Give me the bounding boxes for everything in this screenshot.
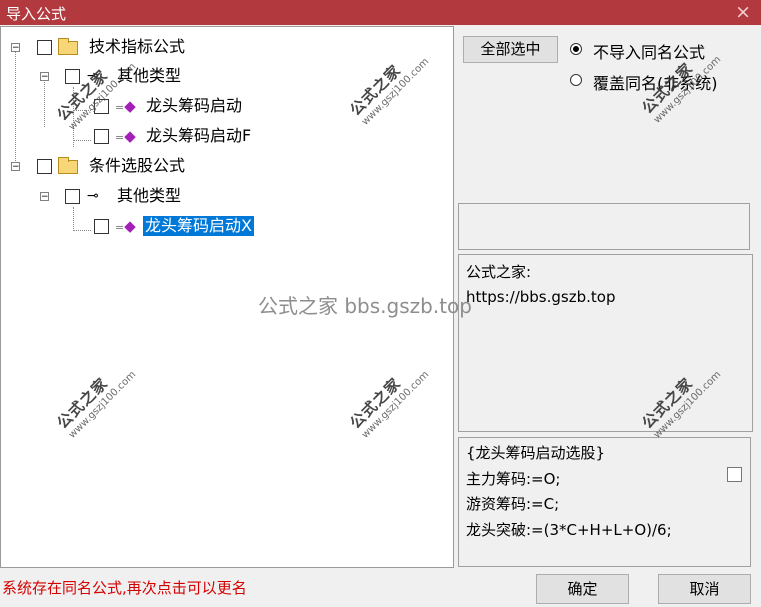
formula-icon: =◆ [115,217,136,235]
folder-icon [58,157,78,174]
formula-code-panel[interactable]: {龙头筹码启动选股} 主力筹码:=O; 游资筹码:=C; 龙头突破:=(3*C+… [458,437,751,567]
title-bar: 导入公式 × [0,0,761,25]
code-line: 主力筹码:=O; [466,470,561,488]
info-link[interactable]: https://bbs.gszb.top [466,286,615,309]
tree-line [73,207,74,229]
tree-line [44,77,45,127]
scroll-toggle-checkbox[interactable] [727,467,742,482]
collapse-icon[interactable]: − [40,192,49,202]
tree-node-label: 其他类型 [117,186,182,205]
collapse-icon[interactable]: − [11,162,20,172]
watermark-center: 公式之家 bbs.gszb.top [258,294,472,318]
select-all-button[interactable]: 全部选中 [463,36,558,63]
cancel-button[interactable]: 取消 [658,574,751,604]
node-checkbox[interactable] [65,189,80,204]
collapse-icon[interactable]: − [40,72,49,82]
status-message: 系统存在同名公式,再次点击可以更名 [2,579,247,597]
info-line: 公式之家: [466,263,532,281]
tree-node-label: 龙头筹码启动F [146,126,252,145]
overwrite-same-name-radio[interactable] [570,74,582,86]
code-line: 龙头突破:=(3*C+H+L+O)/6; [466,521,672,539]
tree-node-label: 条件选股公式 [89,156,186,175]
collapse-icon[interactable]: − [11,43,20,53]
name-field[interactable] [458,203,750,250]
formula-icon: =◆ [115,97,136,115]
node-checkbox[interactable] [94,129,109,144]
code-line: 游资筹码:=C; [466,495,560,513]
tree-node-label: 龙头筹码启动X [143,216,254,236]
tree-line [73,230,91,231]
node-checkbox[interactable] [37,159,52,174]
tree-node-label: 技术指标公式 [89,37,186,56]
code-line: {龙头筹码启动选股} [466,444,606,462]
node-checkbox[interactable] [37,40,52,55]
formula-icon: =◆ [115,127,136,145]
ok-button[interactable]: 确定 [536,574,629,604]
tree-line [73,140,91,141]
node-checkbox[interactable] [65,69,80,84]
window-title: 导入公式 [6,5,67,23]
folder-icon [58,38,78,55]
tree-node-label: 龙头筹码启动 [146,96,243,115]
tree-line [15,47,16,167]
skip-same-name-radio[interactable] [570,43,582,55]
info-panel: 公式之家: https://bbs.gszb.top [458,254,753,432]
key-icon: ⊸ [87,188,99,204]
close-icon[interactable]: × [735,1,751,23]
node-checkbox[interactable] [94,219,109,234]
